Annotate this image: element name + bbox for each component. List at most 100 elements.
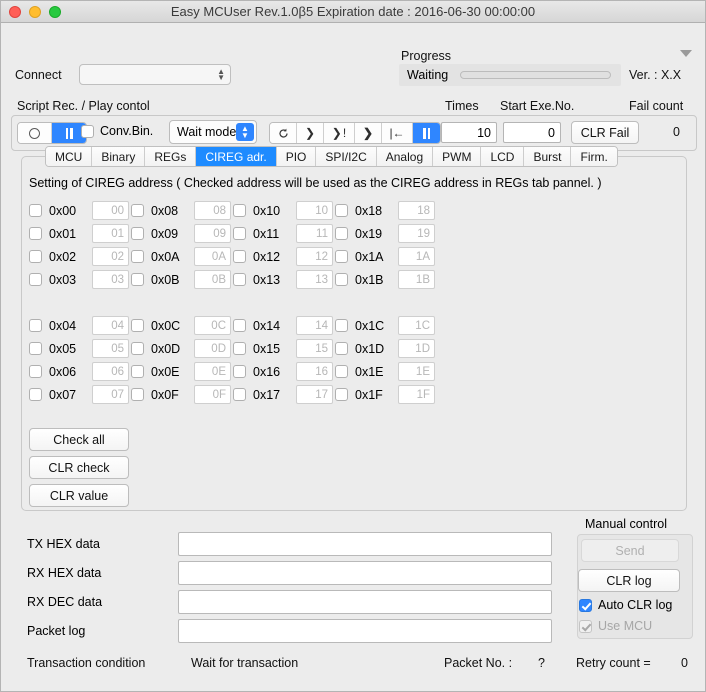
- address-value-input[interactable]: 12: [296, 247, 333, 266]
- address-checkbox-0x18[interactable]: [335, 204, 348, 217]
- address-value-input[interactable]: 07: [92, 385, 129, 404]
- address-checkbox-0x1f[interactable]: [335, 388, 348, 401]
- address-value-input[interactable]: 0C: [194, 316, 231, 335]
- address-checkbox-0x17[interactable]: [233, 388, 246, 401]
- address-checkbox-0x0e[interactable]: [131, 365, 144, 378]
- tab-firm[interactable]: Firm.: [571, 147, 617, 166]
- auto-clr-log-checkbox[interactable]: Auto CLR log: [579, 598, 672, 612]
- address-checkbox-0x01[interactable]: [29, 227, 42, 240]
- address-value-input[interactable]: 1A: [398, 247, 435, 266]
- play-segmented-control[interactable]: ❯ ❯ ! ❯ |←: [269, 122, 441, 144]
- wait-mode-select[interactable]: Wait mode ▲ ▼: [169, 120, 257, 144]
- packet-log-input[interactable]: [178, 619, 552, 643]
- rx-dec-data-input[interactable]: [178, 590, 552, 614]
- address-checkbox-0x05[interactable]: [29, 342, 42, 355]
- address-checkbox-0x0d[interactable]: [131, 342, 144, 355]
- address-value-input[interactable]: 0B: [194, 270, 231, 289]
- address-checkbox-0x13[interactable]: [233, 273, 246, 286]
- address-checkbox-0x0b[interactable]: [131, 273, 144, 286]
- clr-value-button[interactable]: CLR value: [29, 484, 129, 507]
- address-value-input[interactable]: 10: [296, 201, 333, 220]
- tab-spi-i2c[interactable]: SPI/I2C: [316, 147, 377, 166]
- address-checkbox-0x19[interactable]: [335, 227, 348, 240]
- minimize-icon[interactable]: [29, 6, 41, 18]
- address-checkbox-0x04[interactable]: [29, 319, 42, 332]
- play-button[interactable]: ❯: [355, 123, 382, 143]
- send-button[interactable]: Send: [581, 539, 679, 562]
- clr-log-button[interactable]: CLR log: [578, 569, 680, 592]
- tab-burst[interactable]: Burst: [524, 147, 572, 166]
- connect-combo[interactable]: ▲ ▼: [79, 64, 231, 85]
- address-value-input[interactable]: 1B: [398, 270, 435, 289]
- address-value-input[interactable]: 0D: [194, 339, 231, 358]
- address-value-input[interactable]: 0A: [194, 247, 231, 266]
- times-input[interactable]: 10: [441, 122, 497, 143]
- address-checkbox-0x11[interactable]: [233, 227, 246, 240]
- address-value-input[interactable]: 08: [194, 201, 231, 220]
- address-value-input[interactable]: 18: [398, 201, 435, 220]
- tab-binary[interactable]: Binary: [92, 147, 146, 166]
- record-segmented-control[interactable]: [17, 122, 87, 144]
- clr-check-button[interactable]: CLR check: [29, 456, 129, 479]
- play-pause-button[interactable]: [413, 123, 440, 143]
- address-value-input[interactable]: 14: [296, 316, 333, 335]
- address-checkbox-0x08[interactable]: [131, 204, 144, 217]
- tab-pio[interactable]: PIO: [276, 147, 317, 166]
- address-checkbox-0x09[interactable]: [131, 227, 144, 240]
- clr-fail-button[interactable]: CLR Fail: [571, 121, 639, 144]
- address-checkbox-0x16[interactable]: [233, 365, 246, 378]
- address-checkbox-0x00[interactable]: [29, 204, 42, 217]
- address-checkbox-0x07[interactable]: [29, 388, 42, 401]
- address-checkbox-0x15[interactable]: [233, 342, 246, 355]
- maximize-icon[interactable]: [49, 6, 61, 18]
- address-value-input[interactable]: 05: [92, 339, 129, 358]
- tab-analog[interactable]: Analog: [376, 147, 434, 166]
- address-value-input[interactable]: 0F: [194, 385, 231, 404]
- address-checkbox-0x10[interactable]: [233, 204, 246, 217]
- step-break-button[interactable]: ❯ !: [324, 123, 355, 143]
- address-value-input[interactable]: 0E: [194, 362, 231, 381]
- address-value-input[interactable]: 15: [296, 339, 333, 358]
- address-value-input[interactable]: 02: [92, 247, 129, 266]
- address-value-input[interactable]: 1E: [398, 362, 435, 381]
- address-value-input[interactable]: 16: [296, 362, 333, 381]
- address-value-input[interactable]: 00: [92, 201, 129, 220]
- rx-hex-data-input[interactable]: [178, 561, 552, 585]
- tab-cireg-adr[interactable]: CIREG adr.: [196, 147, 277, 166]
- address-checkbox-0x02[interactable]: [29, 250, 42, 263]
- tab-pwm[interactable]: PWM: [433, 147, 482, 166]
- check-all-button[interactable]: Check all: [29, 428, 129, 451]
- address-value-input[interactable]: 06: [92, 362, 129, 381]
- address-checkbox-0x1a[interactable]: [335, 250, 348, 263]
- tab-regs[interactable]: REGs: [145, 147, 197, 166]
- address-checkbox-0x03[interactable]: [29, 273, 42, 286]
- address-checkbox-0x1c[interactable]: [335, 319, 348, 332]
- address-value-input[interactable]: 1F: [398, 385, 435, 404]
- record-button[interactable]: [18, 123, 52, 143]
- tab-mcu[interactable]: MCU: [46, 147, 93, 166]
- address-checkbox-0x06[interactable]: [29, 365, 42, 378]
- rewind-to-start-button[interactable]: |←: [382, 123, 413, 143]
- tx-hex-data-input[interactable]: [178, 532, 552, 556]
- conv-bin-checkbox[interactable]: Conv.Bin.: [81, 124, 153, 138]
- address-value-input[interactable]: 01: [92, 224, 129, 243]
- address-value-input[interactable]: 19: [398, 224, 435, 243]
- loop-button[interactable]: [270, 123, 297, 143]
- tab-lcd[interactable]: LCD: [481, 147, 525, 166]
- address-value-input[interactable]: 11: [296, 224, 333, 243]
- step-button[interactable]: ❯: [297, 123, 324, 143]
- address-checkbox-0x1d[interactable]: [335, 342, 348, 355]
- chevron-down-icon[interactable]: [680, 50, 692, 57]
- address-value-input[interactable]: 04: [92, 316, 129, 335]
- address-value-input[interactable]: 17: [296, 385, 333, 404]
- address-value-input[interactable]: 1C: [398, 316, 435, 335]
- address-value-input[interactable]: 03: [92, 270, 129, 289]
- address-checkbox-0x14[interactable]: [233, 319, 246, 332]
- address-checkbox-0x1b[interactable]: [335, 273, 348, 286]
- address-checkbox-0x0f[interactable]: [131, 388, 144, 401]
- address-checkbox-0x0c[interactable]: [131, 319, 144, 332]
- close-icon[interactable]: [9, 6, 21, 18]
- address-value-input[interactable]: 09: [194, 224, 231, 243]
- address-value-input[interactable]: 1D: [398, 339, 435, 358]
- address-checkbox-0x12[interactable]: [233, 250, 246, 263]
